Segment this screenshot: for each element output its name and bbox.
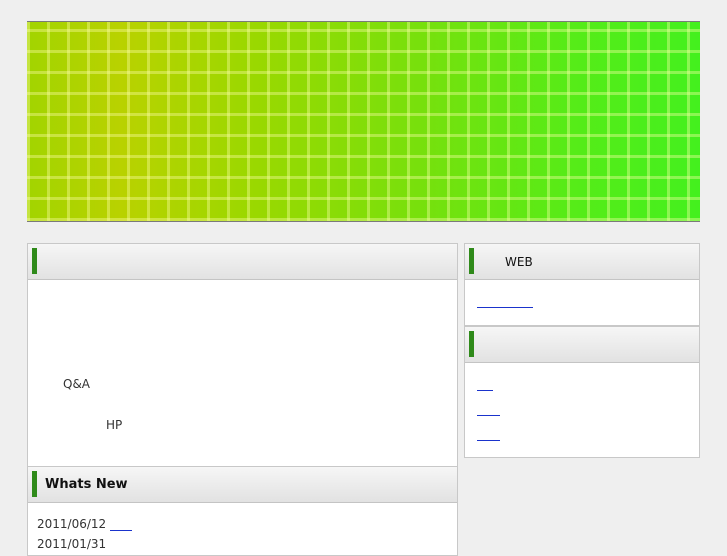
accent-bar — [469, 331, 474, 357]
main-panel: Q&A HP — [27, 243, 458, 467]
news-link[interactable] — [110, 530, 133, 531]
accent-bar — [32, 248, 37, 274]
news-panel-title: Whats New — [45, 477, 128, 492]
news-item: 2011/06/12 — [37, 517, 133, 531]
header-banner — [27, 21, 700, 222]
side-link[interactable] — [477, 390, 493, 391]
accent-bar — [469, 248, 474, 274]
side-web-link[interactable] — [477, 307, 533, 308]
side-links-panel — [464, 326, 700, 458]
news-item: 2011/01/31 — [37, 537, 106, 551]
news-date: 2011/01/31 — [37, 537, 107, 551]
side-link[interactable] — [477, 440, 500, 441]
news-date: 2011/06/12 — [37, 517, 107, 531]
news-panel: Whats New 2011/06/12 2011/01/31 — [27, 466, 458, 556]
hp-label: HP — [106, 418, 123, 432]
side-web-header: WEB — [465, 244, 699, 280]
side-web-panel: WEB — [464, 243, 700, 326]
side-links-header — [465, 327, 699, 363]
news-panel-header: Whats New — [28, 467, 457, 503]
qa-label: Q&A — [63, 377, 91, 391]
side-web-title: WEB — [505, 255, 533, 269]
side-link[interactable] — [477, 415, 500, 416]
main-panel-header — [28, 244, 457, 280]
accent-bar — [32, 471, 37, 497]
